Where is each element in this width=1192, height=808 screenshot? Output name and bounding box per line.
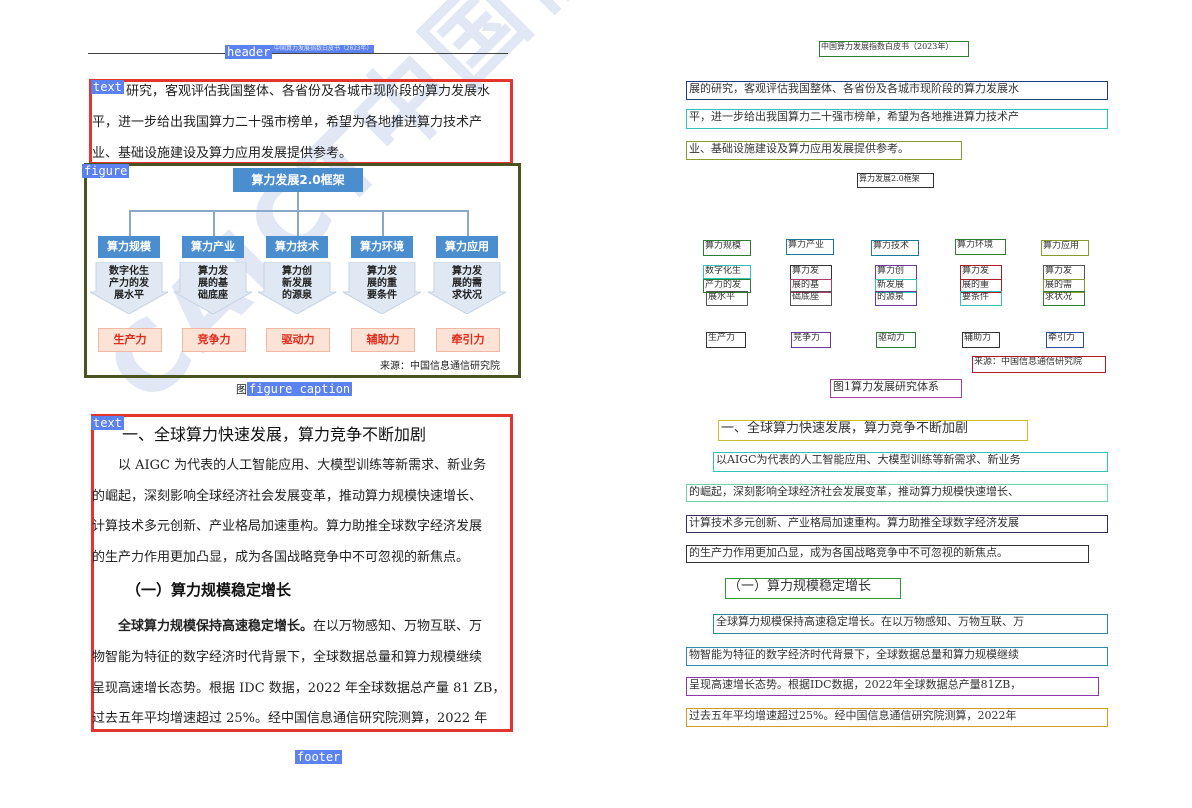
diagram-desc-scale: 数字化生 产力的发 展水平 (109, 266, 149, 301)
right-desc-2-3: 础底座 (790, 291, 832, 306)
diagram-connector (129, 210, 131, 236)
right-figure-caption: 图1算力发展研究体系 (830, 379, 962, 398)
right-category-4: 算力环境 (955, 239, 1006, 255)
right-desc-1-3: 展水平 (706, 291, 748, 306)
right-figure-source: 来源：中国信息通信研究院 (972, 356, 1106, 373)
diagram-top-box: 算力发展2.0框架 (233, 168, 363, 192)
text-tag-2: text (91, 416, 124, 430)
diagram-category-scale: 算力规模 (98, 236, 160, 258)
right-para1-line-3: 计算技术多元创新、产业格局加速重构。算力助推全球数字经济发展 (686, 515, 1108, 533)
para2-line-1: 全球算力规模保持高速稳定增长。在以万物感知、万物互联、万 (118, 619, 483, 634)
diagram-result-productivity: 生产力 (98, 328, 162, 352)
caption-prefix: 图 (236, 383, 247, 396)
right-diagram-title: 算力发展2.0框架 (857, 173, 934, 188)
diagram-result-pulling: 牵引力 (436, 328, 500, 352)
right-section-title: 一、全球算力快速发展，算力竞争不断加剧 (718, 420, 1028, 441)
right-desc-5-1: 算力发 (1043, 265, 1085, 280)
right-intro-line-1: 展的研究，客观评估我国整体、各省份及各城市现阶段的算力发展水 (686, 81, 1108, 100)
para2-line-3: 呈现高速增长态势。根据 IDC 数据，2022 年全球数据总产量 81 ZB， (92, 681, 506, 696)
diagram-result-supporting: 辅助力 (351, 328, 415, 352)
right-result-1: 生产力 (706, 332, 746, 348)
right-result-4: 辅助力 (962, 332, 1000, 348)
right-subsection-title: （一）算力规模稳定增长 (725, 578, 901, 599)
right-desc-2-1: 算力发 (790, 265, 832, 280)
para1-line-1: 以 AIGC 为代表的人工智能应用、大模型训练等新需求、新业务 (118, 458, 487, 473)
header-rule (88, 53, 508, 54)
right-para2-line-4: 过去五年平均增速超过25%。经中国信息通信研究院测算，2022年 (686, 708, 1108, 727)
figure-tag: figure (82, 164, 130, 178)
right-desc-4-3: 要条件 (960, 291, 1002, 306)
intro-line-2: 平，进一步给出我国算力二十强市榜单，希望为各地推进算力技术产 (92, 115, 483, 130)
diagram-category-environment: 算力环境 (351, 236, 413, 258)
diagram-result-competitiveness: 竞争力 (182, 328, 246, 352)
right-category-2: 算力产业 (786, 239, 834, 255)
diagram-result-driving: 驱动力 (266, 328, 330, 352)
subsection-title: （一）算力规模稳定增长 (126, 581, 292, 599)
right-para2-line-3: 呈现高速增长态势。根据IDC数据，2022年全球数据总产量81ZB， (686, 677, 1099, 696)
right-para1-line-4: 的生产力作用更加凸显，成为各国战略竞争中不可忽视的新焦点。 (686, 545, 1089, 563)
para2-line-4: 过去五年平均增速超过 25%。经中国信息通信研究院测算，2022 年 (92, 711, 488, 726)
right-desc-5-3: 求状况 (1043, 291, 1085, 306)
right-desc-1-1: 数字化生 (703, 265, 751, 279)
diagram-desc-application: 算力发 展的需 求状况 (452, 266, 482, 301)
right-para2-line-2: 物智能为特征的数字经济时代背景下，全球数据总量和算力规模继续 (686, 647, 1108, 666)
right-category-5: 算力应用 (1041, 240, 1089, 256)
right-para1-line-2: 的崛起，深刻影响全球经济社会发展变革，推动算力规模快速增长、 (686, 484, 1108, 502)
para2-line-2: 物智能为特征的数字经济时代背景下，全球数据总量和算力规模继续 (92, 650, 483, 665)
diagram-connector (129, 210, 469, 212)
header-tag: header (225, 45, 273, 59)
right-header: 中国算力发展指数白皮书（2023年） (819, 41, 969, 57)
right-category-3: 算力技术 (871, 240, 919, 256)
right-intro-line-3: 业、基础设施建设及算力应用发展提供参考。 (686, 141, 962, 160)
right-result-5: 牵引力 (1046, 332, 1084, 348)
right-category-1: 算力规模 (703, 240, 751, 256)
para1-line-4: 的生产力作用更加凸显，成为各国战略竞争中不可忽视的新焦点。 (92, 550, 470, 565)
right-para2-line-1: 全球算力规模保持高速稳定增长。在以万物感知、万物互联、万 (713, 614, 1108, 634)
diagram-connector (213, 210, 215, 236)
diagram-connector (297, 192, 299, 210)
diagram-connector (297, 210, 299, 236)
figure-caption-tag: figure caption (247, 382, 353, 396)
diagram-connector (467, 210, 469, 236)
header-inner-tag: 中国算力发展指数白皮书（2023年） (272, 45, 375, 53)
right-desc-4-1: 算力发 (960, 265, 1002, 280)
right-result-3: 驱动力 (876, 332, 916, 348)
diagram-category-application: 算力应用 (436, 236, 498, 258)
footer-tag: footer (295, 750, 343, 764)
para1-line-3: 计算技术多元创新、产业格局加速重构。算力助推全球数字经济发展 (92, 519, 483, 534)
intro-line-1: 研究，客观评估我国整体、各省份及各城市现阶段的算力发展水 (126, 84, 491, 99)
diagram-category-technology: 算力技术 (266, 236, 328, 258)
section-title: 一、全球算力快速发展，算力竞争不断加剧 (122, 425, 427, 444)
right-para1-line-1: 以AIGC为代表的人工智能应用、大模型训练等新需求、新业务 (713, 452, 1108, 472)
diagram-desc-environment: 算力发 展的重 要条件 (367, 266, 397, 301)
right-intro-line-2: 平，进一步给出我国算力二十强市榜单，希望为各地推进算力技术产 (686, 109, 1108, 129)
right-desc-3-1: 算力创 (875, 265, 917, 280)
diagram-desc-technology: 算力创 新发展 的源泉 (282, 266, 312, 301)
intro-line-3: 业、基础设施建设及算力应用发展提供参考。 (92, 146, 353, 161)
right-result-2: 竞争力 (791, 332, 831, 348)
diagram-connector (382, 210, 384, 236)
figure-source: 来源：中国信息通信研究院 (380, 361, 500, 372)
diagram-desc-industry: 算力发 展的基 础底座 (198, 266, 228, 301)
para1-line-2: 的崛起，深刻影响全球经济社会发展变革，推动算力规模快速增长、 (92, 489, 483, 504)
text-tag-1: text (91, 80, 124, 94)
diagram-category-industry: 算力产业 (182, 236, 244, 258)
right-desc-3-3: 的源泉 (875, 291, 917, 306)
